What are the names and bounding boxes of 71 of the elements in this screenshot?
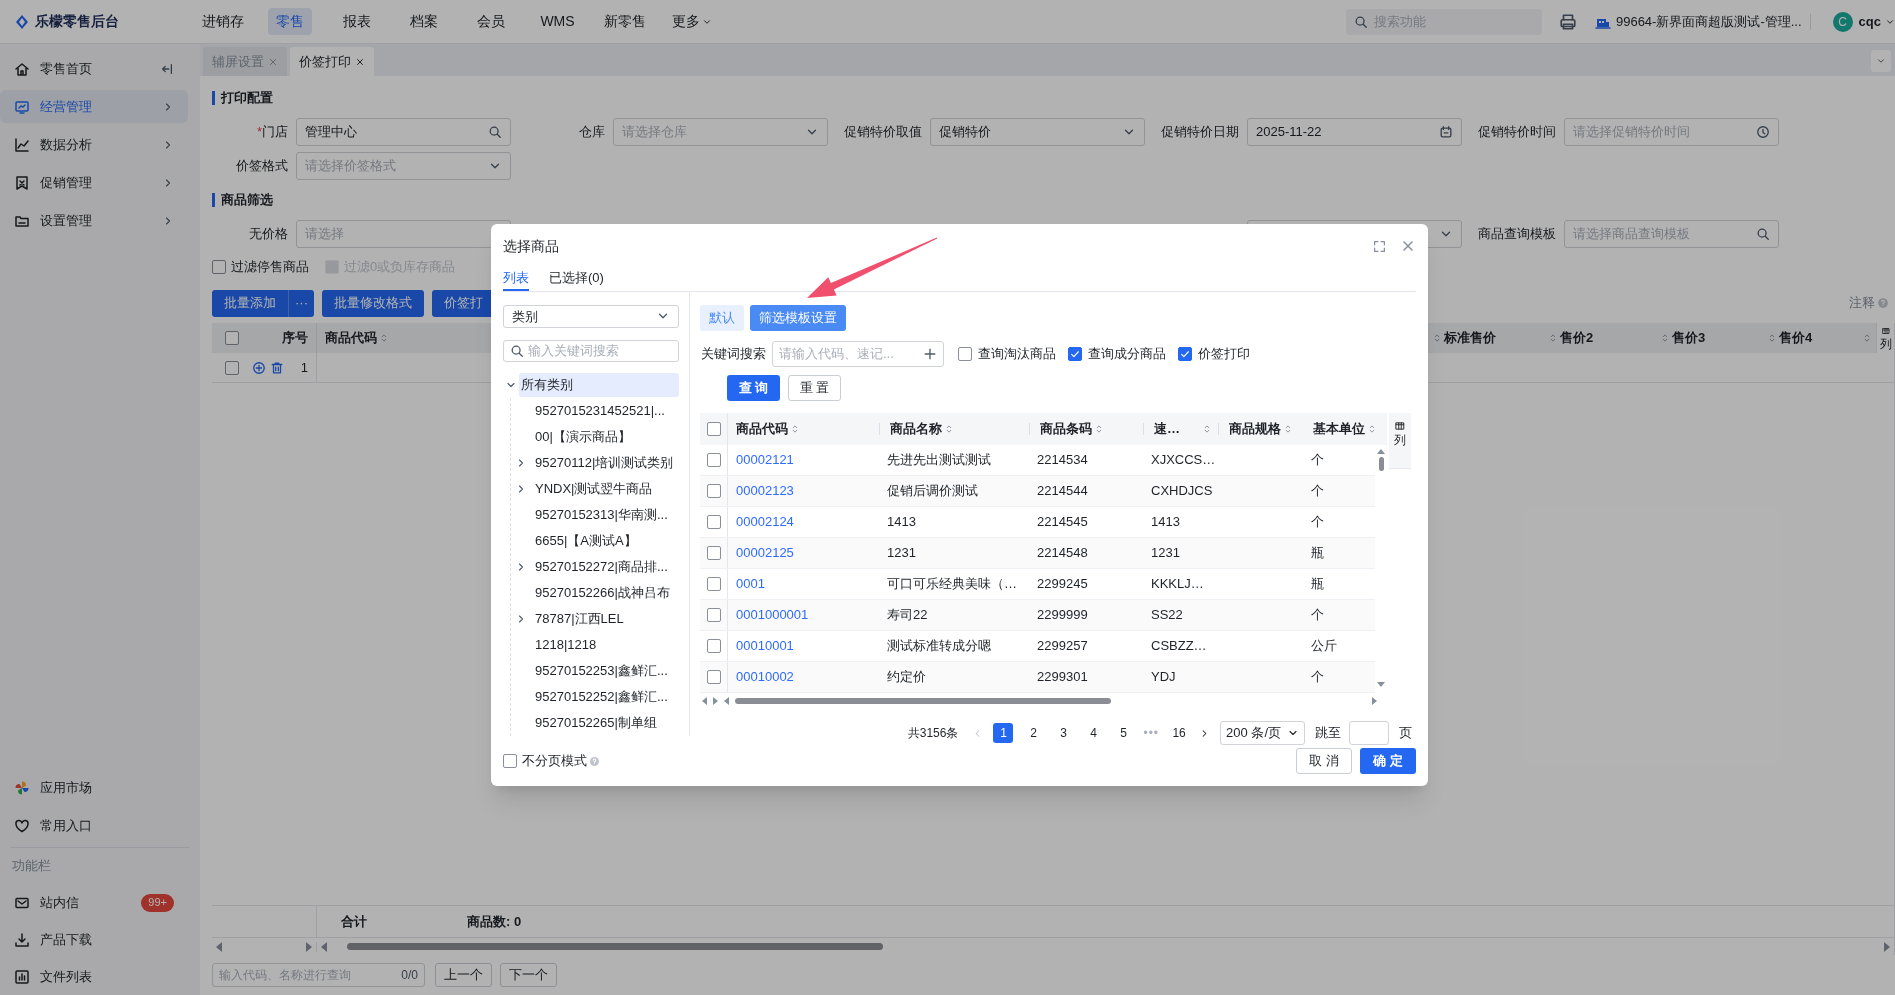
table-cell: CSBZZ… [1151,638,1207,654]
table-cell: 2214545 [1037,514,1088,530]
table-cell-text: 1 [300,358,308,377]
column-header: 售价4 [1779,329,1813,348]
column-header: 序号 [252,323,317,353]
column-header: 商品名称 [890,420,942,439]
table-cell: 2299999 [1037,607,1088,623]
table-cell: XJXCCS… [1151,452,1216,468]
table-cell: 个 [1311,452,1324,468]
checkbox-label: 价签打印 [1198,345,1250,364]
section-title: 商品筛选 [221,191,273,210]
item-count: 商品数: 0 [467,912,522,931]
section-title: 功能栏 [11,857,52,876]
field-label: 门店 [262,123,288,142]
table-cell: 个 [1311,514,1324,530]
table-cell: 1231 [1151,545,1180,561]
table-cell: 个 [1311,669,1324,685]
column-header: 基本单位 [1313,420,1365,439]
checkbox-label: 过滤停售商品 [231,258,309,277]
checkbox-label: 查询淘汰商品 [978,345,1056,364]
table-cell: 个 [1311,607,1324,623]
field-label: 关键词搜索 [700,345,767,364]
total-label: 合计 [340,912,368,931]
column-header: 商品条码 [1040,420,1092,439]
table-cell: 公斤 [1311,638,1337,654]
note-label: 注释 [1849,294,1875,313]
column-header: 售价3 [1672,329,1706,348]
table-cell: 2299301 [1037,669,1088,685]
table-cell: 2299257 [1037,638,1088,654]
table-cell: 1231 [887,545,916,561]
table-cell: 个 [1311,483,1324,499]
table-cell: 1413 [1151,514,1180,530]
column-header: 标准售价 [1444,329,1496,348]
column-header: 商品代码 [325,329,377,348]
column-header: 速… [1154,420,1180,439]
field-label: 促销特价取值 [844,123,922,142]
checkbox-label: 不分页模式 [522,752,587,771]
checkbox-label: 查询成分商品 [1088,345,1166,364]
column-header: 商品规格 [1229,420,1281,439]
column-header: 商品代码 [736,420,788,439]
field-label: 价签格式 [236,157,288,176]
section-title: 打印配置 [221,89,273,108]
table-cell: 可口可乐经典美味（… [887,576,1017,592]
table-cell: 促销后调价测试 [887,483,978,499]
table-cell: 寿司22 [887,607,928,623]
table-cell: 2299245 [1037,576,1088,592]
table-cell: 测试标准转成分嗯 [887,638,991,654]
table-cell: 2214544 [1037,483,1088,499]
app-logo-text: 乐檬零售后台 [35,12,120,31]
table-cell: 先进先出测试测试 [887,452,991,468]
table-cell: SS22 [1151,607,1183,623]
field-label: 促销特价日期 [1161,123,1239,142]
field-label: 无价格 [249,225,288,244]
table-cell: CXHDJCS [1151,483,1213,499]
table-cell: 瓶 [1311,576,1324,592]
badge: 99+ [141,893,174,912]
jump-label: 跳至 [1315,724,1341,743]
page-label: 页 [1399,724,1412,743]
table-cell: YDJ [1151,669,1176,685]
field-label: 促销特价时间 [1478,123,1556,142]
field-label: 商品查询模板 [1478,225,1556,244]
table-cell: 1413 [887,514,916,530]
table-cell: 瓶 [1311,545,1324,561]
field-label: 仓库 [579,123,605,142]
table-cell: 2214534 [1037,452,1088,468]
total-count: 共3156条 [907,725,959,742]
table-cell: 约定价 [887,669,926,685]
column-header: 售价2 [1560,329,1594,348]
table-cell: 2214548 [1037,545,1088,561]
required-mark: * [256,123,262,142]
table-cell: KKKLJ… [1151,576,1204,592]
